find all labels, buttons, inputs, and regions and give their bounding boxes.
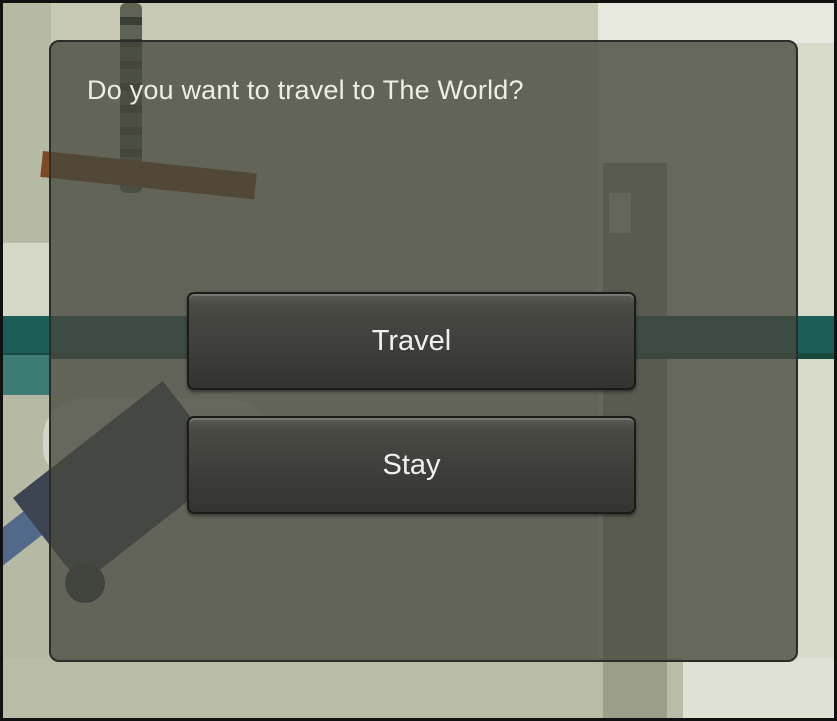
- dialog-title: Do you want to travel to The World?: [87, 75, 524, 105]
- game-viewport: Do you want to travel to The World? Trav…: [0, 0, 837, 721]
- stay-button[interactable]: Stay: [187, 416, 636, 514]
- stay-button-label: Stay: [382, 448, 441, 481]
- background-floor-light: [683, 658, 834, 718]
- background-teal-left: [3, 355, 51, 395]
- travel-button[interactable]: Travel: [187, 292, 636, 390]
- background-wall-top: [598, 3, 834, 43]
- travel-dialog: Do you want to travel to The World? Trav…: [49, 40, 798, 662]
- travel-button-label: Travel: [371, 324, 452, 357]
